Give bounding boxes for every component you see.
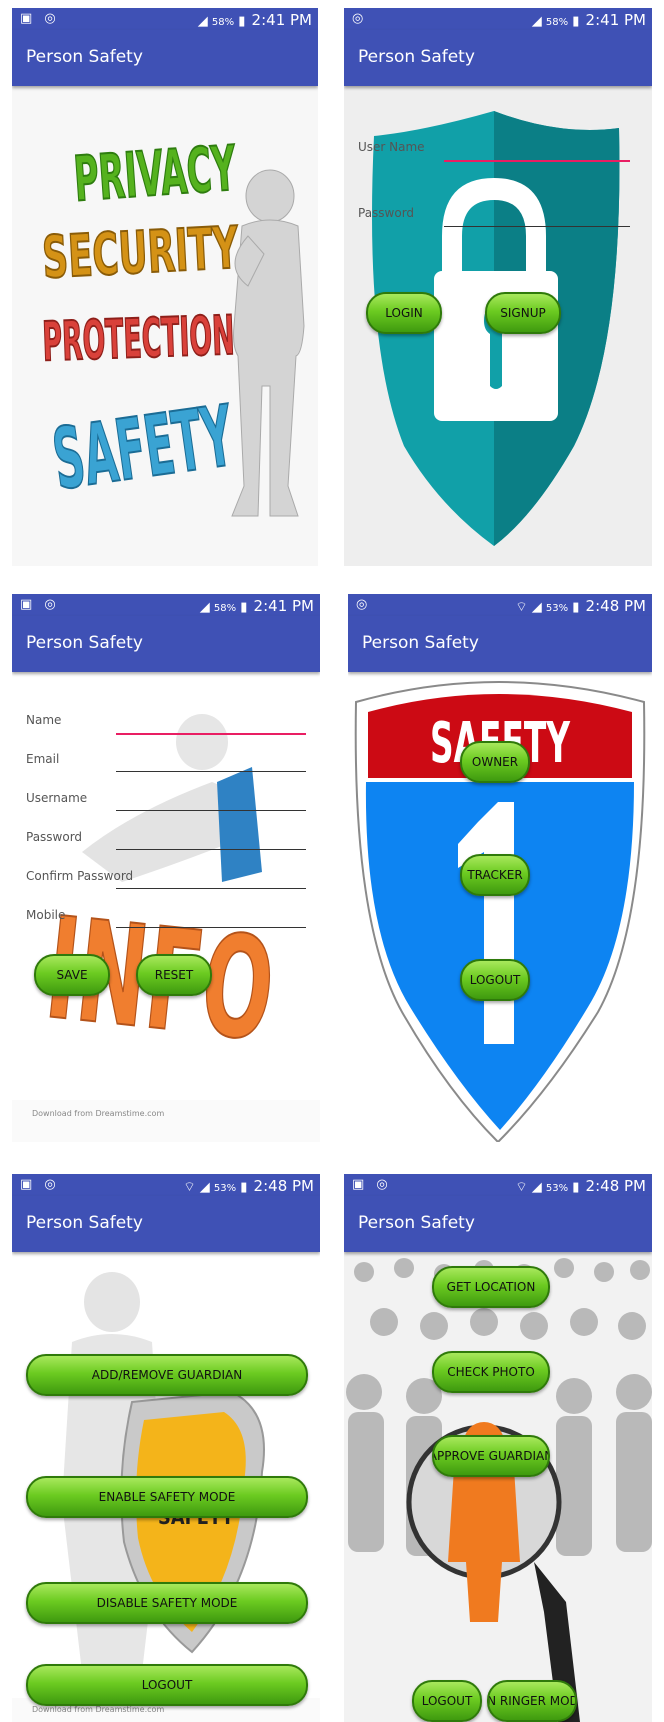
password-input[interactable] [116,849,306,850]
clock: 2:41 PM [251,11,312,29]
name-label: Name [26,713,62,727]
word-protection: PROTECTION [41,304,235,374]
login-content: User Name Password LOGIN SIGNUP [344,86,652,566]
word-privacy: PRIVACY [72,131,239,215]
app-title: Person Safety [358,47,475,67]
screen-splash: ▣ ◎ ◢ 58% ▮ 2:41 PM Person Safety PRIVAC… [12,8,318,566]
status-right: ◢ 58% ▮ 2:41 PM [197,11,312,29]
app-bar: Person Safety [12,616,320,672]
owner-button[interactable]: OWNER [460,741,530,783]
app-bar: Person Safety [348,616,652,672]
status-right: ◢ 58% ▮ 2:41 PM [199,597,314,615]
signup-button[interactable]: SIGNUP [485,292,561,334]
username-input[interactable] [116,810,306,811]
tracker-button[interactable]: TRACKER [460,854,530,896]
status-right: ◢ 58% ▮ 2:41 PM [531,11,646,29]
logout-button[interactable]: LOGOUT [460,959,530,1001]
status-bar: ◎ ◢ 58% ▮ 2:41 PM [344,8,652,30]
watermark: Download from Dreamstime.com [32,1705,165,1714]
notification-icons: ◎ [352,11,368,26]
app-title: Person Safety [26,1213,143,1233]
battery-level: 53% [545,1183,569,1194]
status-right: ⌔ ◢ 53% ▮ 2:48 PM [183,1177,314,1195]
email-label: Email [26,752,60,766]
notification-icons: ▣ ◎ [20,1177,60,1192]
disable-safety-mode-button[interactable]: DISABLE SAFETY MODE [26,1582,308,1624]
notification-icons: ◎ [356,597,372,612]
privacy-security-illustration: PRIVACY SECURITY PROTECTION SAFETY [12,86,318,566]
email-input[interactable] [116,771,306,772]
password-label: Password [358,206,415,220]
status-bar: ◎ ⌔ ◢ 53% ▮ 2:48 PM [348,594,652,616]
username-input[interactable] [444,160,630,162]
app-bar: Person Safety [12,1196,320,1252]
mobile-label: Mobile [26,908,66,922]
username-label: User Name [358,140,425,154]
notification-icons: ▣ ◎ [352,1177,392,1192]
password-input[interactable] [444,226,630,227]
name-input[interactable] [116,733,306,735]
notification-icons: ▣ ◎ [20,11,60,26]
check-photo-button[interactable]: CHECK PHOTO [432,1351,550,1393]
clock: 2:41 PM [585,11,646,29]
app-title: Person Safety [26,633,143,653]
screen-home: ◎ ⌔ ◢ 53% ▮ 2:48 PM Person Safety SAFETY… [348,594,652,1142]
add-remove-guardian-button[interactable]: ADD/REMOVE GUARDIAN [26,1354,308,1396]
home-content: SAFETY OWNER TRACKER LOGOUT [348,672,652,1142]
ringer-mode-button[interactable]: ON RINGER MODE [487,1680,577,1722]
info-reading-illustration: INFO [12,714,320,1142]
app-title: Person Safety [358,1213,475,1233]
status-right: ⌔ ◢ 53% ▮ 2:48 PM [515,597,646,615]
status-bar: ▣ ◎ ⌔ ◢ 53% ▮ 2:48 PM [12,1174,320,1196]
battery-level: 58% [211,17,235,28]
battery-level: 58% [213,603,237,614]
screen-guardian-menu: ▣ ◎ ⌔ ◢ 53% ▮ 2:48 PM Person Safety SAFE… [12,1174,320,1722]
app-bar: Person Safety [344,30,652,86]
screen-tracker: ▣ ◎ ⌔ ◢ 53% ▮ 2:48 PM Person Safety GET … [344,1174,652,1722]
register-content: INFO Download from Dreamstime.com Name E… [12,672,320,1142]
crowd-magnifier-illustration [344,1252,652,1722]
screen-register: ▣ ◎ ◢ 58% ▮ 2:41 PM Person Safety INFO D… [12,594,320,1142]
app-title: Person Safety [362,633,479,653]
app-bar: Person Safety [12,30,318,86]
battery-level: 53% [545,603,569,614]
watermark: Download from Dreamstime.com [32,1109,165,1118]
clock: 2:41 PM [253,597,314,615]
get-location-button[interactable]: GET LOCATION [432,1266,550,1308]
clock: 2:48 PM [253,1177,314,1195]
confirm-password-label: Confirm Password [26,869,134,883]
save-button[interactable]: SAVE [34,954,110,996]
logout-button[interactable]: LOGOUT [26,1664,308,1706]
screen-login: ◎ ◢ 58% ▮ 2:41 PM Person Safety User Nam… [344,8,652,566]
clock: 2:48 PM [585,1177,646,1195]
status-bar: ▣ ◎ ⌔ ◢ 53% ▮ 2:48 PM [344,1174,652,1196]
username-label: Username [26,791,88,805]
reset-button[interactable]: RESET [136,954,212,996]
notification-icons: ▣ ◎ [20,597,60,612]
clock: 2:48 PM [585,597,646,615]
mobile-input[interactable] [116,927,306,928]
approve-guardian-button[interactable]: APPROVE GUARDIAN [432,1435,550,1477]
word-security: SECURITY [41,213,241,291]
app-title: Person Safety [26,47,143,67]
logout-button[interactable]: LOGOUT [412,1680,482,1722]
enable-safety-mode-button[interactable]: ENABLE SAFETY MODE [26,1476,308,1518]
battery-level: 53% [213,1183,237,1194]
status-bar: ▣ ◎ ◢ 58% ▮ 2:41 PM [12,8,318,30]
login-button[interactable]: LOGIN [366,292,442,334]
guardian-content: SAFETY Download from Dreamstime.com ADD/… [12,1252,320,1722]
status-right: ⌔ ◢ 53% ▮ 2:48 PM [515,1177,646,1195]
password-label: Password [26,830,83,844]
battery-level: 58% [545,17,569,28]
app-bar: Person Safety [344,1196,652,1252]
splash-content: PRIVACY SECURITY PROTECTION SAFETY [12,86,318,566]
status-bar: ▣ ◎ ◢ 58% ▮ 2:41 PM [12,594,320,616]
tracker-content: GET LOCATION CHECK PHOTO APPROVE GUARDIA… [344,1252,652,1722]
confirm-password-input[interactable] [116,888,306,889]
